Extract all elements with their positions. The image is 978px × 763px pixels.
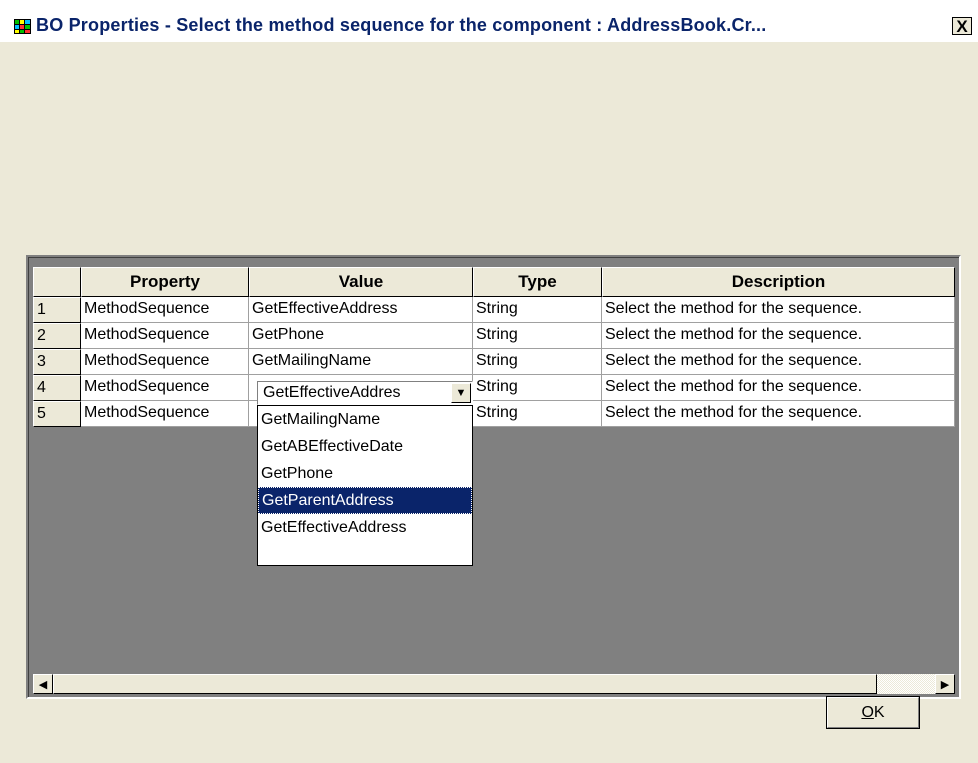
dropdown-option[interactable]: GetABEffectiveDate (258, 433, 472, 460)
value-cell[interactable]: GetMailingName (249, 349, 473, 375)
property-cell[interactable]: MethodSequence (81, 323, 249, 349)
row-header[interactable]: 2 (33, 323, 81, 349)
property-cell[interactable]: MethodSequence (81, 401, 249, 427)
header-description[interactable]: Description (602, 267, 955, 297)
property-cell[interactable]: MethodSequence (81, 349, 249, 375)
type-cell[interactable]: String (473, 401, 602, 427)
arrow-right-icon: ▶ (940, 678, 950, 691)
window-title: BO Properties - Select the method sequen… (36, 15, 767, 35)
dropdown-option[interactable]: GetPhone (258, 460, 472, 487)
scrollbar-track[interactable] (877, 674, 935, 694)
header-property[interactable]: Property (81, 267, 249, 297)
type-cell[interactable]: String (473, 323, 602, 349)
value-cell[interactable]: GetEffectiveAddress (249, 297, 473, 323)
description-cell[interactable]: Select the method for the sequence. (602, 297, 955, 323)
ok-button[interactable]: OK (826, 696, 920, 729)
type-cell[interactable]: String (473, 349, 602, 375)
ok-label: K (873, 703, 885, 721)
title-bar: BO Properties - Select the method sequen… (0, 0, 978, 42)
property-cell[interactable]: MethodSequence (81, 375, 249, 401)
header-type[interactable]: Type (473, 267, 602, 297)
value-cell[interactable]: GetPhone (249, 323, 473, 349)
horizontal-scrollbar[interactable]: ◀ ▶ (33, 674, 955, 694)
dropdown-option-selected[interactable]: GetParentAddress (258, 487, 472, 514)
scroll-left-button[interactable]: ◀ (33, 674, 53, 694)
row-header[interactable]: 4 (33, 375, 81, 401)
dropdown-option[interactable]: GetMailingName (258, 406, 472, 433)
row-header[interactable]: 5 (33, 401, 81, 427)
description-cell[interactable]: Select the method for the sequence. (602, 349, 955, 375)
description-cell[interactable]: Select the method for the sequence. (602, 323, 955, 349)
close-button[interactable]: X (952, 17, 972, 35)
type-cell[interactable]: String (473, 375, 602, 401)
arrow-left-icon: ◀ (38, 678, 48, 691)
ok-mnemonic: O (861, 703, 874, 721)
type-cell[interactable]: String (473, 297, 602, 323)
dialog-body: Property Value Type Description 1 Method… (0, 42, 978, 763)
row-header[interactable]: 1 (33, 297, 81, 323)
description-cell[interactable]: Select the method for the sequence. (602, 375, 955, 401)
dialog-window: BO Properties - Select the method sequen… (0, 0, 978, 763)
close-icon: X (956, 16, 968, 36)
value-combobox[interactable]: GetEffectiveAddres ▼ (257, 381, 473, 405)
dropdown-option[interactable]: GetEffectiveAddress (258, 514, 472, 541)
chevron-down-icon: ▼ (455, 387, 467, 399)
app-icon (14, 19, 31, 34)
scroll-right-button[interactable]: ▶ (935, 674, 955, 694)
header-value[interactable]: Value (249, 267, 473, 297)
scrollbar-thumb[interactable] (53, 674, 877, 694)
combobox-dropdown-list: GetMailingName GetABEffectiveDate GetPho… (257, 405, 473, 566)
property-grid: Property Value Type Description 1 Method… (26, 255, 961, 699)
dropdown-button[interactable]: ▼ (451, 383, 471, 403)
combobox-value: GetEffectiveAddres (263, 384, 401, 401)
description-cell[interactable]: Select the method for the sequence. (602, 401, 955, 427)
row-header[interactable]: 3 (33, 349, 81, 375)
header-corner (33, 267, 81, 297)
property-cell[interactable]: MethodSequence (81, 297, 249, 323)
